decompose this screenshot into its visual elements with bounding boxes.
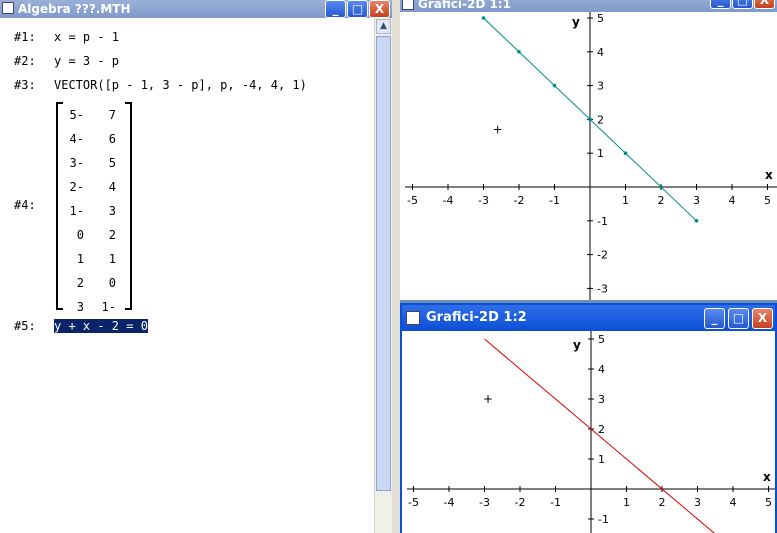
graph2-minimize-button[interactable]: _ — [704, 308, 725, 329]
window-divider — [392, 0, 400, 533]
graph2-titlebar[interactable]: Grafici-2D 1:2 _ □ X — [402, 305, 775, 331]
x-tick-label: 3 — [694, 496, 701, 509]
matrix-expression[interactable]: -5 7 -4 6 -3 5 -2 4 -1 3 0 2 1 1 2 0 3 -1 — [56, 102, 132, 314]
x-tick-label: -2 — [515, 496, 526, 509]
vertical-scrollbar[interactable]: ▲ — [374, 18, 392, 533]
graph2-maximize-button[interactable]: □ — [728, 308, 749, 329]
maximize-button[interactable]: □ — [347, 0, 368, 18]
x-tick-label: 5 — [764, 194, 771, 207]
x-tick-label: 1 — [622, 194, 629, 207]
x-axis-label: x — [765, 168, 773, 182]
algebra-window: Algebra ???.MTH _ □ X #1: x = p - 1 #2: … — [0, 0, 392, 533]
matrix-right-bracket — [125, 102, 132, 310]
plot-point — [623, 151, 628, 155]
graph1-minimize-button[interactable]: _ — [710, 0, 731, 9]
y-tick-label: 1 — [598, 453, 605, 466]
x-tick-label: 2 — [659, 496, 666, 509]
x-tick-label: 1 — [623, 496, 630, 509]
y-tick-label: 3 — [598, 393, 605, 406]
y-tick-label: -3 — [597, 282, 608, 295]
expression[interactable]: y = 3 - p — [54, 54, 119, 68]
line-label: #2: — [14, 54, 36, 68]
x-tick-label: 4 — [730, 496, 737, 509]
y-tick-label: -1 — [598, 513, 609, 526]
x-tick-label: -4 — [443, 194, 454, 207]
x-tick-label: 3 — [693, 194, 700, 207]
y-tick-label: 5 — [597, 12, 604, 25]
x-tick-label: -1 — [550, 496, 561, 509]
algebra-titlebar[interactable]: Algebra ???.MTH _ □ X — [0, 0, 392, 18]
cursor-cross: + — [493, 123, 503, 137]
matrix-left-bracket — [56, 102, 63, 310]
x-tick-label: 5 — [765, 496, 772, 509]
plot-point — [481, 16, 486, 20]
graph1-title: Grafici-2D 1:1 — [418, 0, 511, 11]
line-label: #4: — [14, 198, 36, 212]
graph-window-1: Grafici-2D 1:1 _ □ X -5 -4 -3 -2 -1 1 2 3 4 5 5 4 3 2… — [400, 0, 777, 300]
scroll-up-button[interactable]: ▲ — [376, 19, 391, 34]
line-label: #5: — [14, 319, 36, 333]
graph2-close-button[interactable]: X — [752, 308, 773, 329]
x-tick-label: -5 — [408, 496, 419, 509]
y-tick-label: -1 — [597, 215, 608, 228]
x-tick-label: -5 — [407, 194, 418, 207]
y-tick-label: 4 — [598, 363, 605, 376]
x-tick-label: 2 — [658, 194, 665, 207]
algebra-title: Algebra ???.MTH — [18, 2, 131, 16]
plot-point — [659, 185, 663, 189]
y-tick-label: 2 — [598, 423, 605, 436]
graph1-titlebar[interactable]: Grafici-2D 1:1 _ □ X — [400, 0, 777, 12]
line-label: #3: — [14, 78, 36, 92]
minimize-button[interactable]: _ — [325, 0, 346, 18]
algebra-content[interactable]: #1: x = p - 1 #2: y = 3 - p #3: VECTOR([… — [0, 18, 392, 533]
graph2-title: Grafici-2D 1:2 — [426, 310, 527, 325]
expression[interactable]: VECTOR([p - 1, 3 - p], p, -4, 4, 1) — [54, 78, 307, 92]
graph1-plot-area[interactable]: -5 -4 -3 -2 -1 1 2 3 4 5 5 4 3 2 1 -1 -2 -3 x y + — [400, 12, 777, 300]
plot-point — [552, 83, 557, 88]
graph1-close-button[interactable]: X — [754, 0, 775, 9]
plot-point — [588, 117, 592, 122]
plot-point — [694, 219, 699, 223]
line-label: #1: — [14, 30, 36, 44]
graph1-window-icon — [402, 0, 414, 10]
y-axis-label: y — [572, 15, 580, 29]
y-tick-label: 4 — [597, 46, 604, 59]
x-tick-label: -2 — [514, 194, 525, 207]
graph2-plot-area[interactable]: -5 -4 -3 -2 -1 1 2 3 4 5 5 4 3 2 1 -1 x y + — [402, 331, 775, 533]
graph-window-2: Grafici-2D 1:2 _ □ X -5 -4 -3 -2 -1 1 2 3 4 5 5 4 3 2… — [400, 303, 777, 533]
x-tick-label: -1 — [549, 194, 560, 207]
y-tick-label: 2 — [597, 113, 604, 126]
y-tick-label: 3 — [597, 80, 604, 93]
close-button[interactable]: X — [369, 0, 390, 18]
x-axis-label: x — [763, 470, 771, 484]
graph1-maximize-button[interactable]: □ — [732, 0, 753, 9]
expression[interactable]: x = p - 1 — [54, 30, 119, 44]
x-tick-label: -4 — [444, 496, 455, 509]
x-tick-label: -3 — [478, 194, 489, 207]
y-axis-label: y — [573, 338, 581, 352]
y-tick-label: -2 — [597, 249, 608, 262]
y-tick-label: 1 — [597, 147, 604, 160]
y-tick-label: 5 — [598, 333, 605, 346]
graph2-window-icon — [406, 311, 420, 325]
selected-expression[interactable]: y + x - 2 = 0 — [54, 319, 148, 333]
scrollbar-thumb[interactable] — [376, 36, 391, 491]
cursor-cross: + — [483, 392, 493, 406]
x-tick-label: 4 — [729, 194, 736, 207]
algebra-window-icon — [2, 2, 14, 14]
x-tick-label: -3 — [479, 496, 490, 509]
plot-point — [517, 50, 521, 54]
